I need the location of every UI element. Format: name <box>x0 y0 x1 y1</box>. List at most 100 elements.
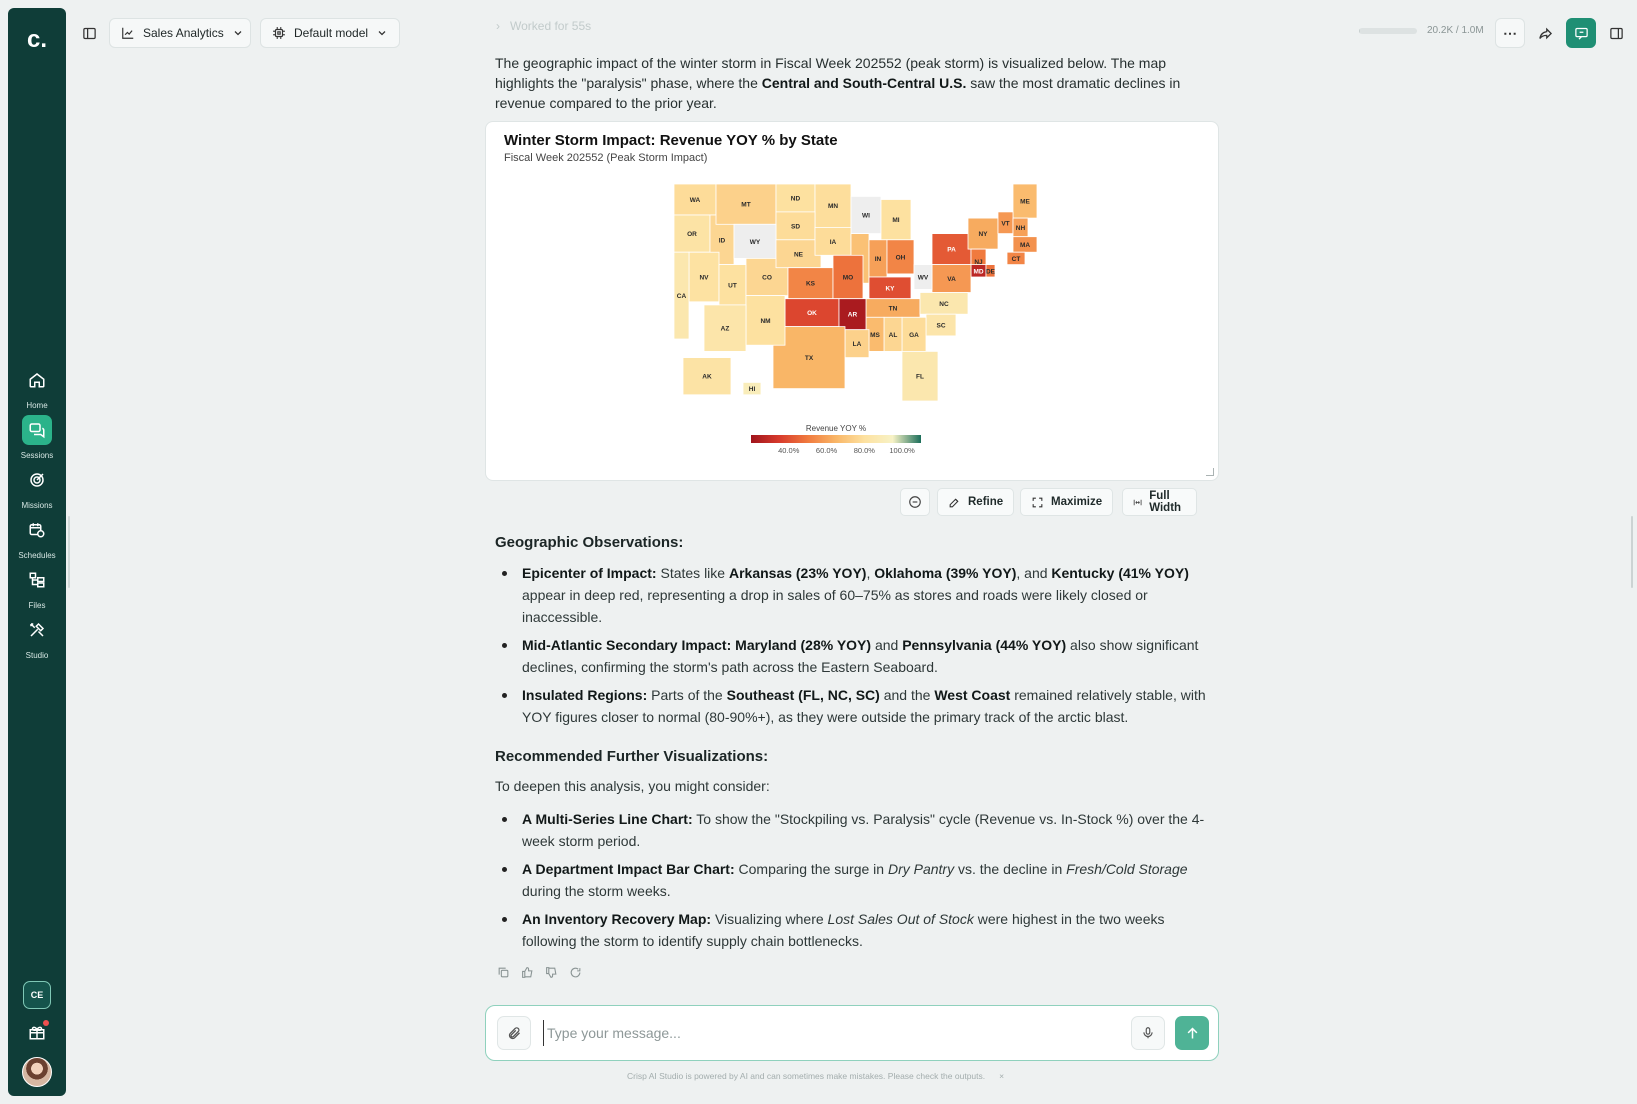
message-input[interactable] <box>543 1020 1103 1046</box>
bold-text: Epicenter of Impact: <box>522 565 657 581</box>
state-label: AR <box>848 312 858 319</box>
message-feedback-bar <box>497 966 583 980</box>
full-width-button[interactable]: Full Width <box>1122 488 1197 516</box>
state-label: CA <box>677 293 687 300</box>
copy-icon[interactable] <box>497 966 511 980</box>
circle-dots-icon <box>909 496 921 508</box>
state-label: AK <box>702 374 712 381</box>
list-item: Insulated Regions: Parts of the Southeas… <box>495 684 1210 728</box>
state-label: TN <box>889 306 898 313</box>
thumbs-up-icon[interactable] <box>521 966 535 980</box>
sidebar-item-home[interactable]: Home <box>8 365 66 410</box>
section-heading: Recommended Further Visualizations: <box>495 748 769 765</box>
message-composer <box>485 1005 1219 1061</box>
sidebar-item-files[interactable]: Files <box>8 565 66 610</box>
section-heading: Geographic Observations: <box>495 534 684 551</box>
sidebar-item-label: Sessions <box>20 451 54 460</box>
text-span: Parts of the <box>647 687 727 703</box>
arrow-up-icon <box>1187 1026 1197 1038</box>
disclaimer-text: Crisp AI Studio is powered by AI and can… <box>627 1071 986 1081</box>
regenerate-icon[interactable] <box>569 966 583 980</box>
refine-button[interactable]: Refine <box>937 488 1015 516</box>
text-span: during the storm weeks. <box>522 883 671 899</box>
state-label: SD <box>791 223 800 230</box>
state-label: MI <box>892 217 899 224</box>
observation-list: Epicenter of Impact: States like Arkansa… <box>495 562 1210 734</box>
state-label: OR <box>687 231 697 238</box>
bold-text: An Inventory Recovery Map: <box>522 911 712 927</box>
sidebar-item-studio[interactable]: Studio <box>8 615 66 660</box>
state-label: SC <box>936 323 945 330</box>
toggle-sidebar-button[interactable] <box>74 18 104 48</box>
sidebar-item-missions[interactable]: Missions <box>8 465 66 510</box>
state-label: WV <box>918 275 929 282</box>
state-label: KS <box>806 281 816 288</box>
resize-handle[interactable] <box>1206 468 1214 476</box>
state-label: MS <box>870 332 880 339</box>
chat-icon <box>22 415 52 445</box>
list-item: A Multi-Series Line Chart: To show the "… <box>495 808 1210 852</box>
avatar[interactable] <box>22 1057 52 1087</box>
thumbs-down-icon[interactable] <box>545 966 559 980</box>
workspace-selector[interactable]: Sales Analytics <box>109 18 251 48</box>
more-chart-options-button[interactable] <box>900 488 930 516</box>
state-label: WA <box>690 197 701 204</box>
state-label: LA <box>853 341 862 348</box>
maximize-button[interactable]: Maximize <box>1020 488 1114 516</box>
state-label: PA <box>947 247 956 254</box>
tools-icon <box>22 615 52 645</box>
sidebar-item-schedules[interactable]: Schedules <box>8 515 66 560</box>
state-label: MN <box>828 203 838 210</box>
legend-colorbar <box>751 435 921 443</box>
state-label: CT <box>1012 256 1021 263</box>
text-span: and the <box>879 687 935 703</box>
bold-text: Southeast (FL, NC, SC) <box>726 687 880 703</box>
us-choropleth-map[interactable]: WAORIDMTNDMNSDWYWIMINVCAUTCONEIAILINOHPA… <box>486 122 1220 482</box>
paperclip-icon <box>508 1026 520 1039</box>
user-initials-badge[interactable]: CE <box>23 981 51 1009</box>
map-chart-card[interactable]: Winter Storm Impact: Revenue YOY % by St… <box>485 121 1219 481</box>
sidebar-item-label: Studio <box>25 651 49 660</box>
sidebar-toggle-icon <box>82 27 96 39</box>
share-icon <box>1538 27 1552 39</box>
bold-text: Pennsylvania (44% YOY) <box>902 637 1067 653</box>
model-selector[interactable]: Default model <box>260 18 400 48</box>
state-label: AL <box>889 332 898 339</box>
panel-right-icon <box>1609 27 1623 39</box>
state-label: NM <box>760 318 770 325</box>
scrollbar[interactable] <box>1631 516 1633 588</box>
more-options-button[interactable]: ⋯ <box>1495 18 1525 48</box>
model-name: Default model <box>294 26 369 40</box>
send-button[interactable] <box>1175 1016 1209 1050</box>
state-label: OH <box>896 254 906 261</box>
app-logo[interactable]: c. <box>8 26 66 54</box>
state-label: MA <box>1020 242 1030 249</box>
state-label: ID <box>719 237 726 244</box>
text-span: appear in deep red, representing a drop … <box>522 587 1148 625</box>
state-label: WY <box>750 239 761 246</box>
chart-line-icon <box>122 27 134 39</box>
state-label: NE <box>794 251 804 258</box>
bold-text: Maryland (28% YOY) <box>735 637 872 653</box>
state-label: WI <box>862 213 870 220</box>
sidebar-item-sessions[interactable]: Sessions <box>8 415 66 460</box>
bold-text: Oklahoma (39% YOY) <box>874 565 1017 581</box>
chat-panel-button[interactable] <box>1566 18 1596 48</box>
voice-input-button[interactable] <box>1131 1016 1165 1050</box>
cpu-icon <box>273 27 285 39</box>
list-item: A Department Impact Bar Chart: Comparing… <box>495 858 1210 902</box>
work-status[interactable]: › Worked for 55s <box>496 19 591 33</box>
state-label: KY <box>885 285 895 292</box>
attach-button[interactable] <box>497 1016 531 1050</box>
token-usage-text: 20.2K / 1.0M <box>1427 25 1484 36</box>
gift-icon[interactable] <box>25 1020 49 1044</box>
legend-title: Revenue YOY % <box>806 424 866 433</box>
right-panel-toggle-button[interactable] <box>1601 18 1631 48</box>
share-button[interactable] <box>1530 18 1560 48</box>
sidebar-resize-handle[interactable] <box>68 516 70 588</box>
maximize-label: Maximize <box>1051 496 1103 508</box>
disclaimer: Crisp AI Studio is powered by AI and can… <box>627 1071 1004 1081</box>
state-label: MT <box>741 202 750 209</box>
close-disclaimer-button[interactable]: × <box>999 1071 1004 1081</box>
state-label: UT <box>728 282 737 289</box>
